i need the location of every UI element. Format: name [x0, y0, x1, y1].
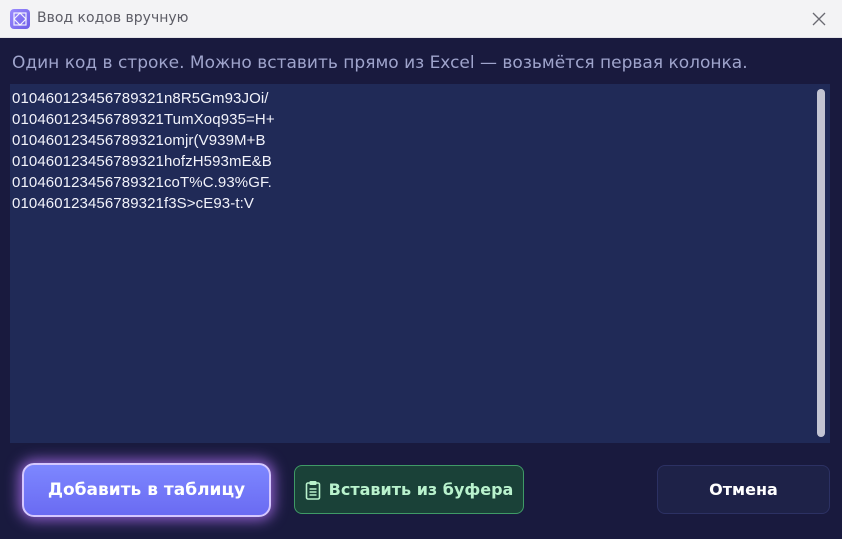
close-button[interactable]	[806, 6, 832, 32]
paste-from-clipboard-button[interactable]: Вставить из буфера	[294, 465, 524, 514]
title-bar[interactable]: Ввод кодов вручную	[0, 0, 842, 38]
app-logo-icon	[10, 9, 30, 29]
window-title: Ввод кодов вручную	[37, 10, 189, 26]
code-line: 010460123456789321coT%C.93%GF.	[12, 174, 272, 191]
codes-textarea[interactable]: 010460123456789321n8R5Gm93JOi/ 010460123…	[10, 84, 812, 443]
add-to-table-label: Добавить в таблицу	[47, 480, 246, 500]
code-line: 010460123456789321hofzH593mE&B	[12, 153, 272, 170]
dialog-window: Ввод кодов вручную Один код в строке. Мо…	[0, 0, 842, 539]
scrollbar-thumb[interactable]	[817, 89, 825, 437]
code-line: 010460123456789321omjr(V939M+B	[12, 132, 266, 149]
close-icon	[812, 12, 826, 26]
add-to-table-button[interactable]: Добавить в таблицу	[22, 463, 271, 517]
code-line: 010460123456789321f3S>cE93-t:V	[12, 195, 254, 212]
clipboard-icon	[305, 480, 320, 500]
code-line: 010460123456789321n8R5Gm93JOi/	[12, 90, 269, 107]
code-line: 010460123456789321TumXoq935=H+	[12, 111, 275, 128]
paste-from-clipboard-label: Вставить из буфера	[328, 480, 514, 499]
hint-text: Один код в строке. Можно вставить прямо …	[12, 53, 748, 73]
cancel-label: Отмена	[709, 480, 778, 499]
cancel-button[interactable]: Отмена	[657, 465, 830, 514]
